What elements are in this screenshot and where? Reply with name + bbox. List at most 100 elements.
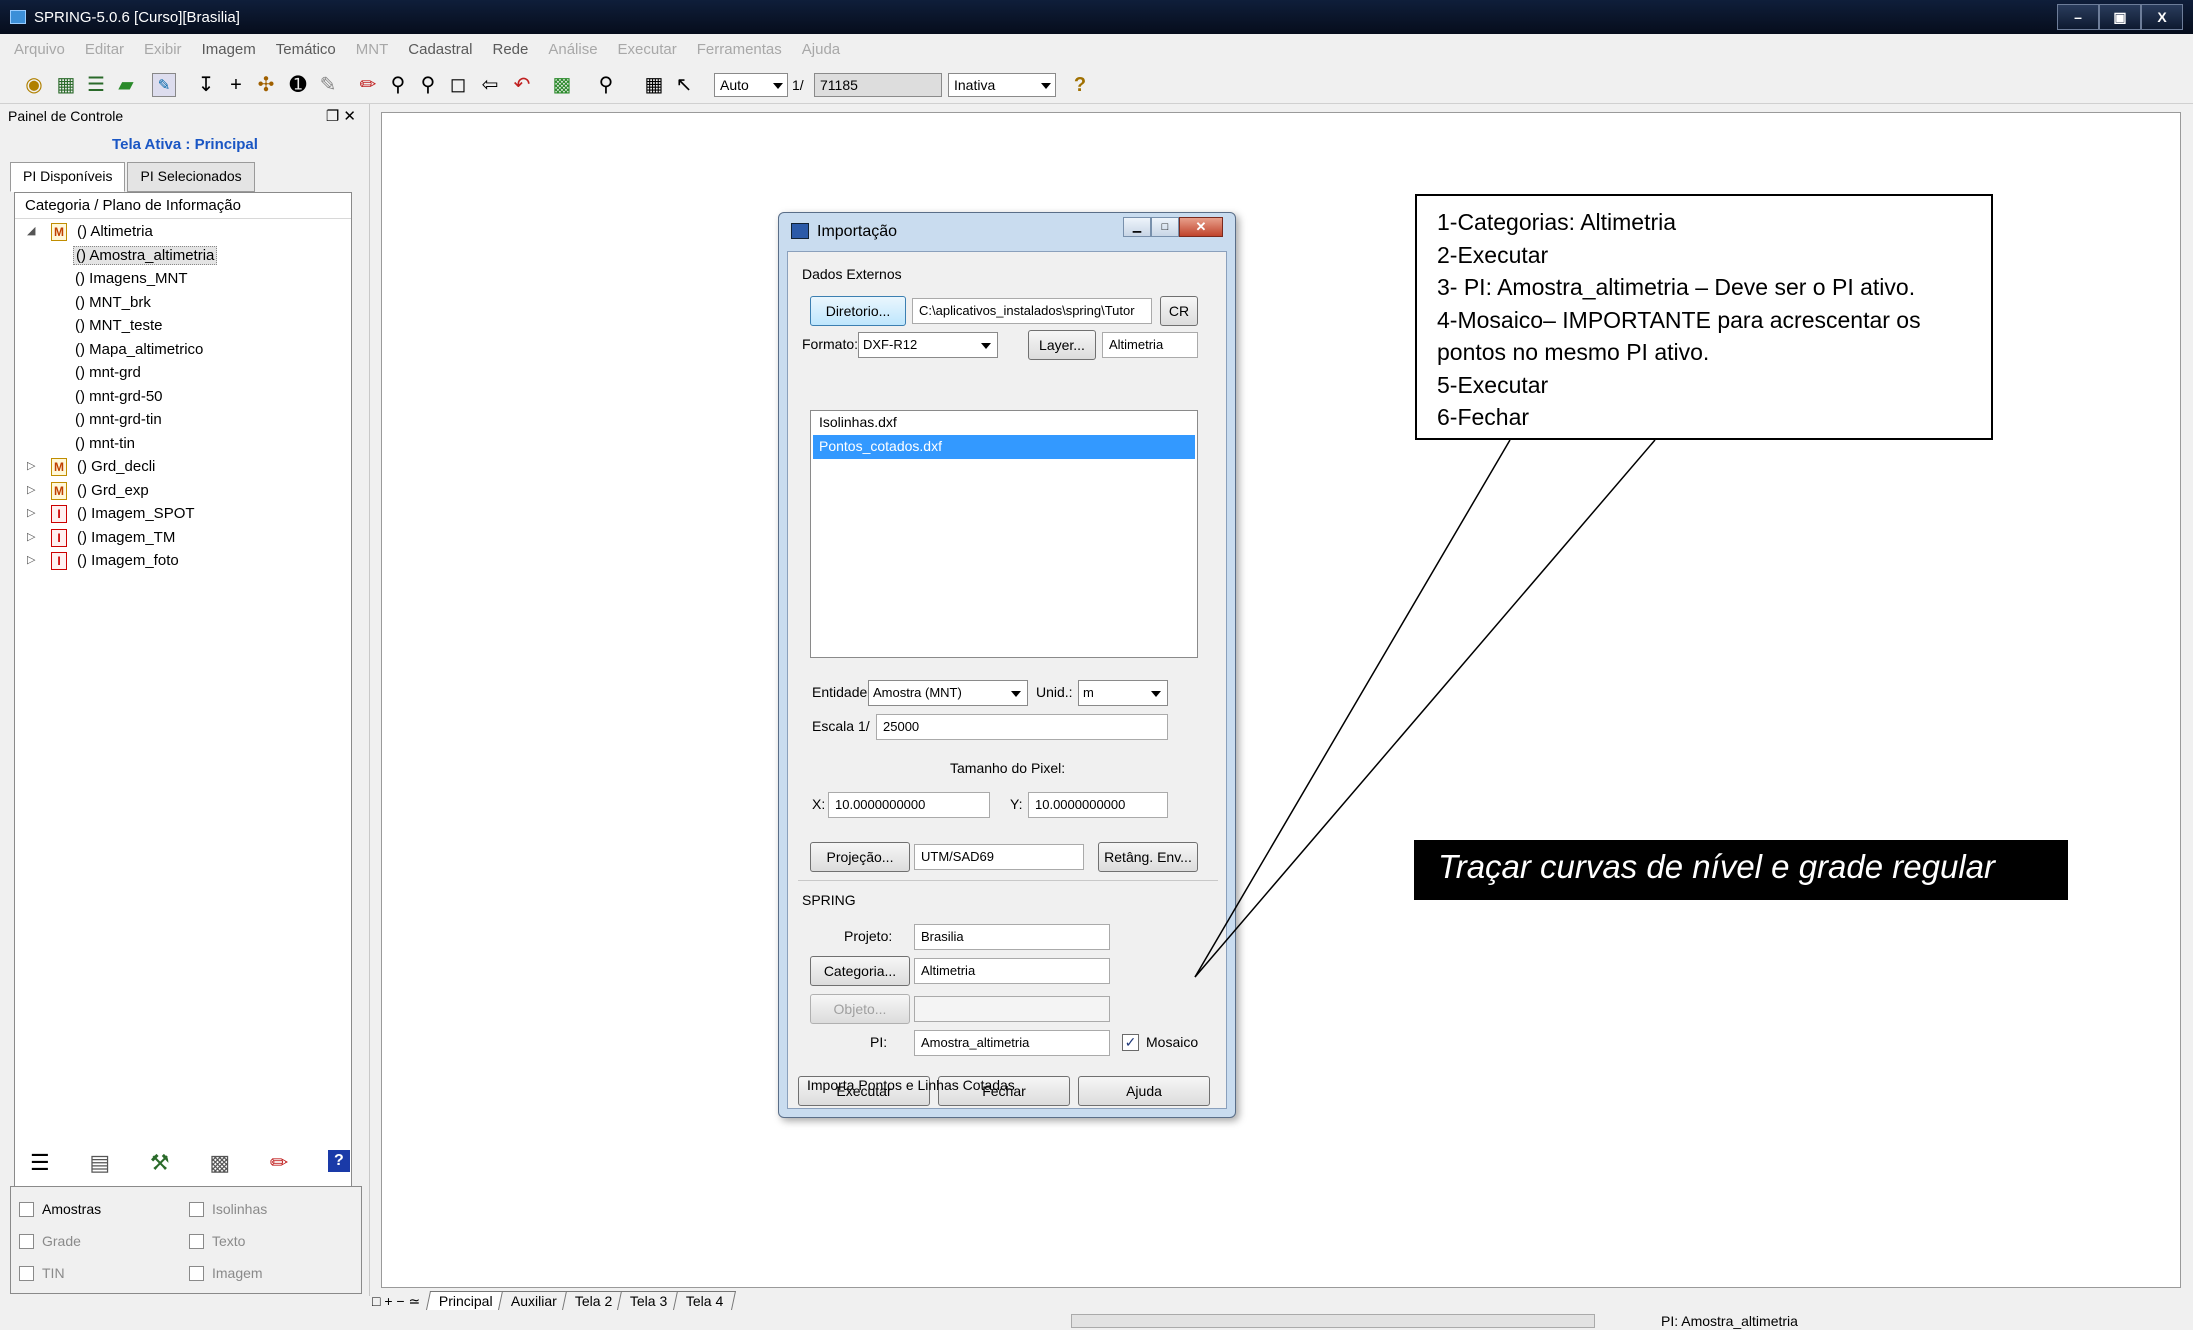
formato-select[interactable]: DXF-R12 [858,332,998,358]
file-list[interactable]: Isolinhas.dxf Pontos_cotados.dxf [810,410,1198,658]
chart-icon[interactable]: ▩ [209,1150,230,1180]
tab-pi-disponiveis[interactable]: PI Disponíveis [10,162,126,192]
tab-tela-2[interactable]: Tela 2 [561,1291,626,1310]
import-icon[interactable]: ↧ [194,73,218,97]
pan-icon[interactable]: ✣ [254,73,278,97]
collapsed-icon[interactable]: ▷ [27,483,35,496]
tree-item-mnt-tin[interactable]: () mnt-tin [15,433,351,457]
grid-icon[interactable]: ▦ [642,73,666,97]
categoria-button[interactable]: Categoria... [810,956,910,986]
tree-item-mapa-altimetrico[interactable]: () Mapa_altimetrico [15,339,351,363]
collapsed-icon[interactable]: ▷ [27,553,35,566]
collapsed-icon[interactable]: ▷ [27,506,35,519]
retang-env-button[interactable]: Retâng. Env... [1098,842,1198,872]
tree-item-imagem-spot[interactable]: ▷ I () Imagem_SPOT [15,503,351,527]
checkbox-amostras[interactable]: Amostras [19,1201,101,1217]
minimize-button[interactable]: – [2057,4,2099,30]
tree-item-altimetria[interactable]: ◢ M () Altimetria [15,221,351,245]
dialog-maximize-button[interactable]: □ [1151,217,1179,237]
entidade-select[interactable]: Amostra (MNT) [868,680,1028,706]
edit-disabled-icon[interactable]: ✎ [316,73,340,97]
directory-path-field[interactable]: C:\aplicativos_instalados\spring\Tutor [912,298,1152,324]
zoom-area-icon[interactable]: ◻ [446,73,470,97]
dialog-close-button[interactable]: ✕ [1179,217,1223,237]
checkbox-imagem[interactable]: Imagem [189,1265,263,1281]
close-button[interactable]: X [2141,4,2183,30]
unid-select[interactable]: m [1078,680,1168,706]
dialog-minimize-button[interactable]: ▁ [1123,217,1151,237]
tree-item-grd-decli[interactable]: ▷ M () Grd_decli [15,456,351,480]
menu-editar[interactable]: Editar [85,41,124,58]
tree-item-amostra-altimetria[interactable]: () Amostra_altimetria [15,245,351,269]
cursor-plus-icon[interactable]: + [224,73,248,97]
tree-item-mnt-grd[interactable]: () mnt-grd [15,362,351,386]
diretorio-button[interactable]: Diretorio... [810,296,906,326]
edit-icon[interactable]: ✏ [270,1150,288,1180]
tree-item-mnt-teste[interactable]: () MNT_teste [15,315,351,339]
scale-input[interactable]: 71185 [814,73,942,97]
display-icon[interactable]: ▩ [550,73,574,97]
tree-item-mnt-grd-tin[interactable]: () mnt-grd-tin [15,409,351,433]
checkbox-texto[interactable]: Texto [189,1233,245,1249]
pointer-icon[interactable]: ↖ [672,73,696,97]
checkbox-grade[interactable]: Grade [19,1233,81,1249]
tab-tela-4[interactable]: Tela 4 [672,1291,736,1310]
draw-icon[interactable]: ✎ [152,73,176,97]
projecao-field[interactable]: UTM/SAD69 [914,844,1084,870]
projecao-button[interactable]: Projeção... [810,842,910,872]
tree-item-imagem-foto[interactable]: ▷ I () Imagem_foto [15,550,351,574]
screen-tab-controls-icon[interactable]: □ + − ≃ [372,1293,420,1310]
layer-button[interactable]: Layer... [1028,330,1096,360]
undo-icon[interactable]: ↶ [510,73,534,97]
menu-imagem[interactable]: Imagem [202,41,256,58]
tab-auxiliar[interactable]: Auxiliar [497,1291,570,1310]
tools-icon[interactable]: ⚒ [150,1150,170,1180]
tab-principal[interactable]: Principal [426,1291,506,1310]
plane-icon[interactable]: ▰ [114,73,138,97]
tree-item-grd-exp[interactable]: ▷ M () Grd_exp [15,480,351,504]
file-item-isolinhas[interactable]: Isolinhas.dxf [813,411,1195,435]
zoom-mode-select[interactable]: Auto [714,73,788,97]
menu-exibir[interactable]: Exibir [144,41,182,58]
menu-rede[interactable]: Rede [492,41,528,58]
tree-item-imagens-mnt[interactable]: () Imagens_MNT [15,268,351,292]
menu-tematico[interactable]: Temático [276,41,336,58]
tree-item-imagem-tm[interactable]: ▷ I () Imagem_TM [15,527,351,551]
cr-button[interactable]: CR [1160,296,1198,326]
state-select[interactable]: Inativa [948,73,1056,97]
menu-executar[interactable]: Executar [618,41,677,58]
menu-ajuda[interactable]: Ajuda [802,41,840,58]
list-icon[interactable]: ☰ [30,1150,50,1180]
objeto-button[interactable]: Objeto... [810,994,910,1024]
pencil-icon[interactable]: ✏ [356,73,380,97]
maximize-button[interactable]: ▣ [2099,4,2141,30]
menu-analise[interactable]: Análise [548,41,597,58]
menu-arquivo[interactable]: Arquivo [14,41,65,58]
tab-pi-selecionados[interactable]: PI Selecionados [127,162,255,192]
tree-item-mnt-brk[interactable]: () MNT_brk [15,292,351,316]
help-icon[interactable]: ? [327,1150,350,1172]
checkbox-tin[interactable]: TIN [19,1265,65,1281]
help-icon[interactable]: ? [1068,73,1092,97]
back-icon[interactable]: ⇦ [478,73,502,97]
mosaico-checkbox[interactable]: ✓ [1122,1034,1139,1051]
pixel-x-field[interactable]: 10.0000000000 [828,792,990,818]
table-icon[interactable]: ▤ [89,1150,110,1180]
zoom-out-icon[interactable]: ⚲ [416,73,440,97]
expanded-icon[interactable]: ◢ [27,224,35,237]
escala-field[interactable]: 25000 [876,714,1168,740]
menu-cadastral[interactable]: Cadastral [408,41,472,58]
file-item-pontos-cotados[interactable]: Pontos_cotados.dxf [813,435,1195,459]
collapsed-icon[interactable]: ▷ [27,459,35,472]
layer-field[interactable]: Altimetria [1102,332,1198,358]
pi-field[interactable]: Amostra_altimetria [914,1030,1110,1056]
collapsed-icon[interactable]: ▷ [27,530,35,543]
database-icon[interactable]: ◉ [22,73,46,97]
panel-dock-close-icon[interactable]: ❐ ✕ [326,107,356,125]
info-icon[interactable]: ➊ [286,73,310,97]
zoom-in-icon[interactable]: ⚲ [386,73,410,97]
ajuda-button[interactable]: Ajuda [1078,1076,1210,1106]
tree-item-mnt-grd-50[interactable]: () mnt-grd-50 [15,386,351,410]
zoom-scale-icon[interactable]: ⚲ [594,73,618,97]
menu-mnt[interactable]: MNT [356,41,389,58]
